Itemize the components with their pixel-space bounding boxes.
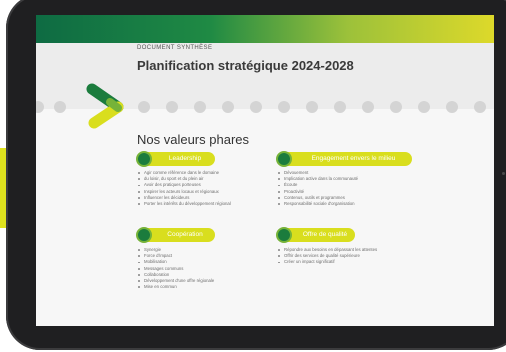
value-pill-engagement: Engagement envers le milieu xyxy=(276,151,412,167)
value-label: Engagement envers le milieu xyxy=(311,155,396,162)
document-subtitle: DOCUMENT SYNTHÈSE xyxy=(137,45,213,51)
pill-knob-icon xyxy=(136,227,152,243)
pill-knob-icon xyxy=(136,151,152,167)
value-label: Leadership xyxy=(168,155,202,162)
pill-knob-icon xyxy=(276,151,292,167)
divider-dot xyxy=(194,101,206,113)
divider-dot xyxy=(138,101,150,113)
divider-dot xyxy=(362,101,374,113)
value-label: Coopération xyxy=(167,231,203,238)
list-item: Porter les intérêts du développement rég… xyxy=(137,201,231,207)
camera-icon xyxy=(502,172,505,175)
page: DOCUMENT SYNTHÈSE Planification stratégi… xyxy=(0,0,506,352)
value-list-engagement: Dévouement Implication active dans la co… xyxy=(277,170,358,207)
list-item: Responsabilité sociale d'organisation xyxy=(277,201,358,207)
value-list-cooperation: Synergie Force d'impact Mobilisation Mes… xyxy=(137,247,214,290)
divider-dot xyxy=(222,101,234,113)
divider-dot xyxy=(418,101,430,113)
divider-dot xyxy=(36,101,44,113)
divider-dot xyxy=(278,101,290,113)
value-list-leadership: Agir comme référence dans le domaine du … xyxy=(137,170,231,207)
pill-knob-icon xyxy=(276,227,292,243)
section-title: Nos valeurs phares xyxy=(137,132,249,147)
list-item: Créer un impact significatif xyxy=(277,259,377,265)
gradient-banner xyxy=(36,15,494,43)
divider-dot xyxy=(474,101,486,113)
tablet-screen: DOCUMENT SYNTHÈSE Planification stratégi… xyxy=(36,15,494,326)
divider-dot xyxy=(334,101,346,113)
list-item: Mise en commun xyxy=(137,284,214,290)
value-pill-leadership: Leadership xyxy=(136,151,215,167)
value-pill-cooperation: Coopération xyxy=(136,227,215,243)
document-title: Planification stratégique 2024-2028 xyxy=(137,58,354,73)
value-list-quality: Répondre aux besoins en dépassant les at… xyxy=(277,247,377,266)
divider-dot xyxy=(250,101,262,113)
divider-dot xyxy=(390,101,402,113)
chevron-logo-icon xyxy=(86,83,124,129)
value-pill-quality: Offre de qualité xyxy=(276,227,355,243)
tablet-frame: DOCUMENT SYNTHÈSE Planification stratégi… xyxy=(6,0,506,350)
value-label: Offre de qualité xyxy=(302,231,348,238)
divider-dot xyxy=(166,101,178,113)
divider-dot xyxy=(306,101,318,113)
divider-dot xyxy=(446,101,458,113)
divider-dot xyxy=(54,101,66,113)
